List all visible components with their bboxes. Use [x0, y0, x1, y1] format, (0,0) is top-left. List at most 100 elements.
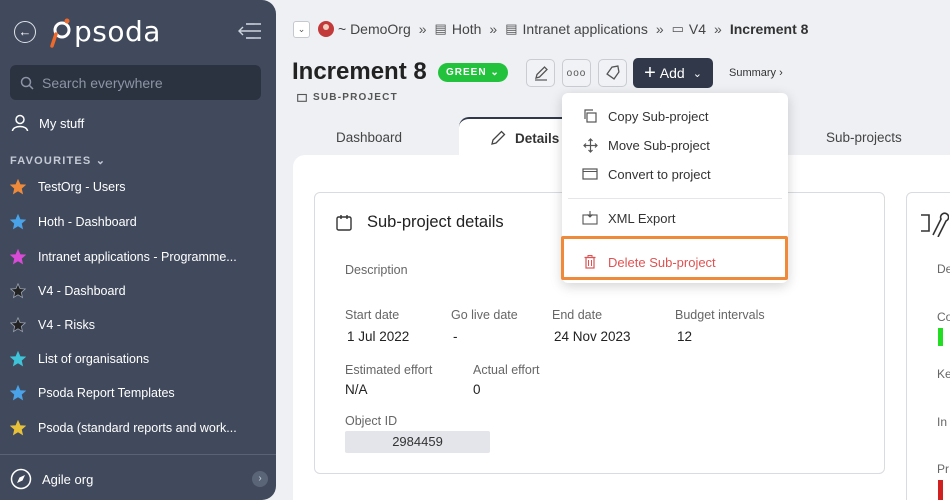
star-icon — [10, 317, 26, 333]
chevron-right-icon: › — [779, 67, 783, 79]
plus-icon: + — [644, 61, 656, 84]
breadcrumb-item[interactable]: Hoth — [452, 21, 482, 37]
favourites-title: FAVOURITES — [10, 155, 92, 167]
favourite-label: List of organisations — [38, 352, 150, 366]
menu-item-delete[interactable]: Delete Sub-project — [582, 254, 716, 270]
programme-icon: ▤ — [505, 21, 518, 36]
breadcrumb-separator: » — [418, 21, 427, 37]
end-date-value: 24 Nov 2023 — [554, 329, 631, 344]
estimated-effort-label: Estimated effort — [345, 363, 433, 377]
programme-icon: ▤ — [434, 21, 447, 36]
status-bar-green — [938, 328, 943, 346]
logo-text: psoda — [74, 14, 161, 48]
favourite-label: V4 - Dashboard — [38, 284, 126, 298]
favourite-item[interactable]: Psoda (standard reports and work... — [10, 420, 250, 436]
go-live-label: Go live date — [451, 308, 518, 322]
logo[interactable]: psoda — [50, 14, 161, 48]
breadcrumb-item[interactable]: Intranet applications — [523, 21, 648, 37]
star-icon — [10, 351, 26, 367]
tab-details[interactable]: Details — [459, 117, 579, 157]
favourite-item[interactable]: V4 - Risks — [10, 317, 250, 333]
star-icon — [10, 420, 26, 436]
start-date-label: Start date — [345, 308, 400, 322]
breadcrumb-separator: » — [489, 21, 498, 37]
chevron-right-icon[interactable]: › — [252, 471, 268, 487]
chevron-down-icon: ⌄ — [95, 155, 107, 167]
object-type-label: SUB-PROJECT — [313, 92, 398, 103]
side-card-label: Co — [937, 310, 950, 324]
favourite-label: Hoth - Dashboard — [38, 215, 137, 229]
side-card-label: De — [937, 262, 950, 276]
page-title: Increment 8 — [292, 58, 427, 85]
add-label: Add — [659, 65, 685, 81]
star-icon — [10, 385, 26, 401]
org-switcher[interactable]: Agile org › — [10, 468, 268, 490]
status-badge[interactable]: GREEN ⌄ — [438, 63, 508, 82]
favourite-item[interactable]: TestOrg - Users — [10, 179, 250, 195]
my-stuff-link[interactable]: My stuff — [11, 114, 84, 132]
breadcrumb-item[interactable]: ~ DemoOrg — [338, 21, 411, 37]
card-header: Sub-project details — [335, 213, 504, 232]
breadcrumb-separator: » — [655, 21, 664, 37]
star-icon — [10, 214, 26, 230]
menu-item-copy[interactable]: Copy Sub-project — [582, 108, 708, 124]
breadcrumb-item[interactable]: V4 — [689, 21, 706, 37]
org-label: Agile org — [42, 471, 94, 487]
favourite-item[interactable]: List of organisations — [10, 351, 250, 367]
menu-item-label: Convert to project — [608, 166, 711, 182]
menu-divider — [568, 198, 782, 199]
chevron-down-icon: ⌄ — [490, 67, 500, 78]
tag-button[interactable] — [598, 59, 627, 87]
start-date-value: 1 Jul 2022 — [347, 329, 410, 344]
go-live-value: - — [453, 329, 458, 344]
pencil-icon — [491, 130, 506, 145]
search-placeholder: Search everywhere — [42, 74, 163, 91]
menu-item-xml-export[interactable]: XML Export — [582, 210, 675, 226]
chevron-down-icon: ⌄ — [692, 67, 702, 80]
project-icon — [582, 166, 598, 182]
tab-dashboard[interactable]: Dashboard — [336, 130, 402, 145]
actual-effort-label: Actual effort — [473, 363, 540, 377]
favourite-label: Intranet applications - Programme... — [38, 250, 237, 264]
status-bar-red — [938, 480, 943, 500]
tab-subprojects[interactable]: Sub-projects — [826, 130, 902, 145]
breadcrumb-separator: » — [714, 21, 722, 37]
global-search-input[interactable]: Search everywhere — [10, 65, 261, 100]
favourite-item[interactable]: Intranet applications - Programme... — [10, 249, 250, 265]
edit-button[interactable] — [526, 59, 555, 87]
calendar-icon — [336, 214, 352, 231]
compass-icon — [10, 468, 32, 490]
card-title: Sub-project details — [367, 213, 504, 231]
star-icon — [10, 249, 26, 265]
sidebar: ← psoda Search everywhere My stuff FAVOU… — [0, 0, 276, 500]
xml-file-icon — [582, 210, 598, 226]
breadcrumb-current: Increment 8 — [729, 21, 809, 37]
favourite-label: TestOrg - Users — [38, 180, 126, 194]
favourites-toggle[interactable]: FAVOURITES ⌄ — [10, 154, 106, 167]
tab-details-label: Details — [515, 130, 560, 146]
menu-item-convert[interactable]: Convert to project — [582, 166, 711, 182]
my-stuff-label: My stuff — [39, 115, 85, 131]
menu-item-label: Move Sub-project — [608, 137, 710, 153]
menu-item-move[interactable]: Move Sub-project — [582, 137, 710, 153]
side-card-label: Pr — [937, 462, 949, 476]
more-options-button[interactable]: ooo — [562, 59, 591, 87]
favourite-label: Psoda (standard reports and work... — [38, 421, 237, 435]
favourite-label: Psoda Report Templates — [38, 386, 175, 400]
object-id-value: 2984459 — [345, 431, 490, 453]
side-card-label: Ke — [937, 367, 950, 381]
favourite-item[interactable]: Hoth - Dashboard — [10, 214, 250, 230]
search-icon — [20, 76, 34, 90]
end-date-label: End date — [552, 308, 603, 322]
favourite-item[interactable]: V4 - Dashboard — [10, 283, 250, 299]
favourite-item[interactable]: Psoda Report Templates — [10, 385, 250, 401]
summary-label: Summary — [729, 67, 777, 79]
menu-item-label: Copy Sub-project — [608, 108, 709, 124]
back-icon[interactable]: ← — [14, 21, 36, 43]
add-button[interactable]: + Add ⌄ — [633, 58, 713, 88]
summary-link[interactable]: Summary › — [729, 67, 783, 79]
breadcrumb: ⌄ ~ DemoOrg » ▤ Hoth » ▤ Intranet applic… — [293, 20, 808, 38]
breadcrumb-dropdown-icon[interactable]: ⌄ — [293, 20, 310, 38]
collapse-sidebar-icon[interactable] — [238, 22, 262, 40]
star-icon — [10, 283, 26, 299]
